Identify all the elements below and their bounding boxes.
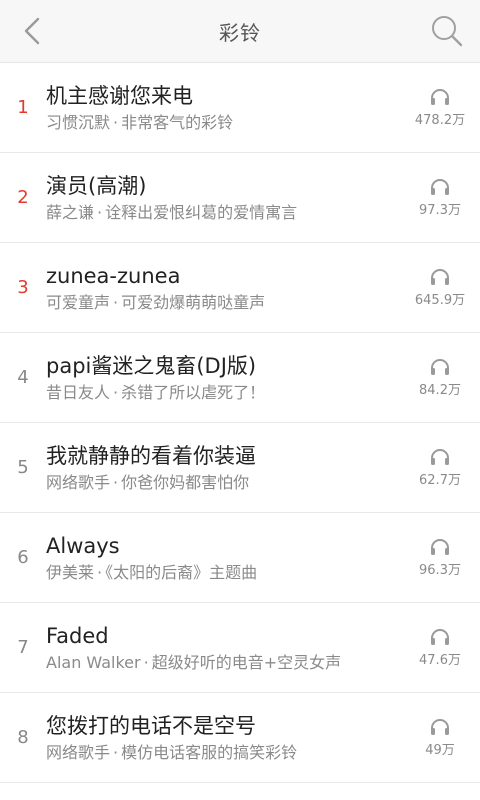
- play-count-text: 478.2万: [414, 112, 466, 128]
- play-count: 645.9万: [404, 268, 476, 308]
- ringtone-list: 1 机主感谢您来电 习惯沉默 · 非常客气的彩铃 478.2万 2 演员(高潮) 薛…: [0, 63, 480, 783]
- headphones-icon: [431, 448, 449, 465]
- artist-name: 可爱童声: [46, 292, 111, 312]
- list-item[interactable]: 1 机主感谢您来电 习惯沉默 · 非常客气的彩铃 478.2万: [0, 63, 480, 153]
- play-count: 62.7万: [404, 448, 476, 488]
- song-subtitle: 伊美莱 · 《太阳的后裔》主题曲: [46, 562, 258, 582]
- song-description: 《太阳的后裔》主题曲: [105, 562, 258, 582]
- item-texts: 您拨打的电话不是空号 网络歌手 · 模仿电话客服的搞笑彩铃: [46, 712, 404, 764]
- song-description: 诠释出爱恨纠葛的爱情寓言: [105, 202, 298, 222]
- play-count-text: 62.7万: [419, 472, 461, 488]
- rank-number: 8: [17, 727, 29, 748]
- list-item[interactable]: 3 zunea-zunea 可爱童声 · 可爱劲爆萌萌哒童声 645.9万: [0, 243, 480, 333]
- rank-number: 5: [17, 457, 29, 478]
- song-title: 我就静静的看着你装逼: [46, 443, 256, 468]
- list-item[interactable]: 4 papi酱迷之鬼畜(DJ版) 昔日友人 · 杀错了所以虐死了！ 84.2万: [0, 333, 480, 423]
- play-count: 97.3万: [404, 178, 476, 218]
- play-count-text: 49万: [425, 742, 455, 758]
- top-bar: 彩铃: [0, 0, 480, 63]
- headphones-icon: [431, 538, 449, 555]
- rank-number: 3: [17, 277, 29, 298]
- search-icon: [432, 16, 463, 47]
- song-subtitle: 网络歌手 · 模仿电话客服的搞笑彩铃: [46, 742, 298, 762]
- rank-number: 7: [17, 637, 29, 658]
- item-texts: 演员(高潮) 薛之谦 · 诠释出爱恨纠葛的爱情寓言: [46, 172, 404, 224]
- play-count-text: 84.2万: [419, 382, 461, 398]
- list-item[interactable]: 5 我就静静的看着你装逼 网络歌手 · 你爸你妈都害怕你 62.7万: [0, 423, 480, 513]
- item-texts: Faded Alan Walker · 超级好听的电音+空灵女声: [46, 622, 404, 674]
- list-item[interactable]: 8 您拨打的电话不是空号 网络歌手 · 模仿电话客服的搞笑彩铃 49万: [0, 693, 480, 783]
- back-chevron-icon: [24, 17, 40, 45]
- list-item[interactable]: 7 Faded Alan Walker · 超级好听的电音+空灵女声 47.6万: [0, 603, 480, 693]
- artist-name: 网络歌手: [46, 742, 111, 762]
- headphones-icon: [431, 178, 449, 195]
- rank-number: 6: [17, 547, 29, 568]
- artist-name: 习惯沉默: [46, 112, 111, 132]
- artist-name: 伊美莱: [46, 562, 95, 582]
- headphones-icon: [431, 358, 449, 375]
- song-title: zunea-zunea: [46, 263, 181, 288]
- artist-name: Alan Walker: [46, 652, 141, 672]
- play-count: 49万: [404, 718, 476, 758]
- song-subtitle: 薛之谦 · 诠释出爱恨纠葛的爱情寓言: [46, 202, 298, 222]
- play-count: 47.6万: [404, 628, 476, 668]
- song-title: Faded: [46, 623, 109, 648]
- item-texts: 我就静静的看着你装逼 网络歌手 · 你爸你妈都害怕你: [46, 442, 404, 494]
- back-button[interactable]: [14, 13, 50, 49]
- play-count: 478.2万: [404, 88, 476, 128]
- song-description: 模仿电话客服的搞笑彩铃: [121, 742, 298, 762]
- play-count-text: 97.3万: [419, 202, 461, 218]
- play-count-text: 47.6万: [419, 652, 461, 668]
- song-title: Always: [46, 533, 120, 558]
- play-count: 96.3万: [404, 538, 476, 578]
- song-subtitle: 网络歌手 · 你爸你妈都害怕你: [46, 472, 250, 492]
- artist-name: 网络歌手: [46, 472, 111, 492]
- rank-number: 2: [17, 187, 29, 208]
- item-texts: papi酱迷之鬼畜(DJ版) 昔日友人 · 杀错了所以虐死了！: [46, 352, 404, 404]
- song-description: 你爸你妈都害怕你: [121, 472, 250, 492]
- play-count: 84.2万: [404, 358, 476, 398]
- song-subtitle: 习惯沉默 · 非常客气的彩铃: [46, 112, 234, 132]
- song-title: 机主感谢您来电: [46, 83, 193, 108]
- headphones-icon: [431, 268, 449, 285]
- item-texts: zunea-zunea 可爱童声 · 可爱劲爆萌萌哒童声: [46, 262, 404, 314]
- rank-number: 4: [17, 367, 29, 388]
- headphones-icon: [431, 628, 449, 645]
- song-description: 非常客气的彩铃: [121, 112, 234, 132]
- artist-name: 薛之谦: [46, 202, 95, 222]
- song-description: 可爱劲爆萌萌哒童声: [121, 292, 266, 312]
- search-button[interactable]: [428, 12, 466, 50]
- song-description: 杀错了所以虐死了！: [121, 382, 266, 402]
- song-title: papi酱迷之鬼畜(DJ版): [46, 353, 257, 378]
- song-subtitle: 可爱童声 · 可爱劲爆萌萌哒童声: [46, 292, 266, 312]
- song-title: 演员(高潮): [46, 173, 147, 198]
- item-texts: 机主感谢您来电 习惯沉默 · 非常客气的彩铃: [46, 82, 404, 134]
- list-item[interactable]: 6 Always 伊美莱 · 《太阳的后裔》主题曲 96.3万: [0, 513, 480, 603]
- headphones-icon: [431, 88, 449, 105]
- song-title: 您拨打的电话不是空号: [46, 713, 256, 738]
- play-count-text: 645.9万: [414, 292, 466, 308]
- list-item[interactable]: 2 演员(高潮) 薛之谦 · 诠释出爱恨纠葛的爱情寓言 97.3万: [0, 153, 480, 243]
- item-texts: Always 伊美莱 · 《太阳的后裔》主题曲: [46, 532, 404, 584]
- artist-name: 昔日友人: [46, 382, 111, 402]
- song-description: 超级好听的电音+空灵女声: [151, 652, 342, 672]
- page-title: 彩铃: [219, 20, 261, 45]
- song-subtitle: 昔日友人 · 杀错了所以虐死了！: [46, 382, 266, 402]
- play-count-text: 96.3万: [419, 562, 461, 578]
- song-subtitle: Alan Walker · 超级好听的电音+空灵女声: [46, 652, 342, 672]
- rank-number: 1: [17, 97, 29, 118]
- headphones-icon: [431, 718, 449, 735]
